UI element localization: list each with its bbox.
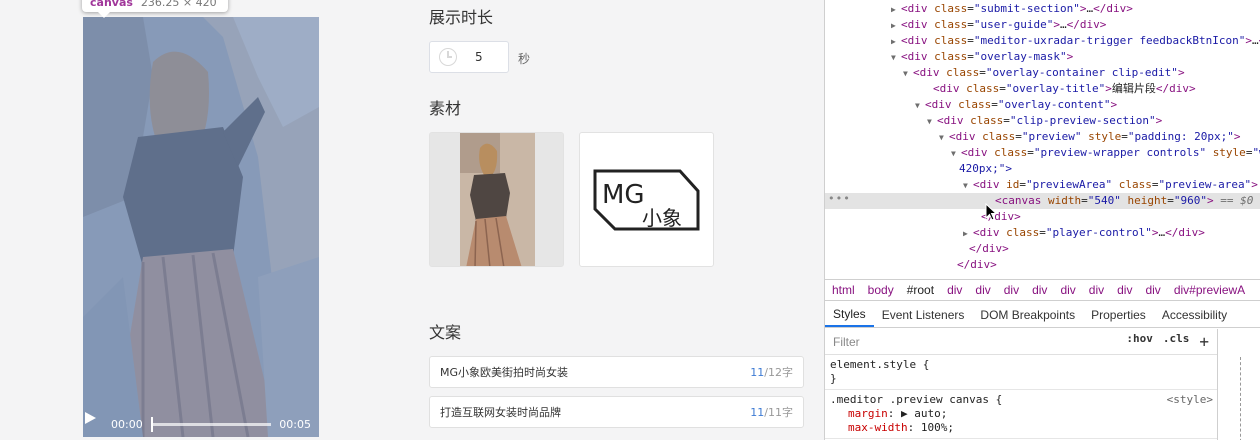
rule-source-link[interactable]: <style> — [1167, 393, 1213, 407]
dom-node-line[interactable]: ▼ <div class="overlay-container clip-edit… — [825, 65, 1260, 81]
copy-text-2[interactable]: 打造互联网女装时尚品牌 — [440, 404, 561, 420]
material-thumbnail-photo[interactable] — [429, 132, 564, 267]
dom-node-line[interactable]: </div> — [825, 257, 1260, 273]
material-thumbnail-logo[interactable]: MG 小象 — [579, 132, 714, 267]
copy-row-2[interactable]: 打造互联网女装时尚品牌 11/11字 — [429, 396, 804, 428]
video-preview-canvas[interactable]: 00:00 00:05 — [83, 17, 319, 437]
clock-icon — [439, 48, 457, 66]
breadcrumb-item[interactable]: html — [825, 283, 861, 297]
copy-count-2: 11/11字 — [750, 406, 793, 419]
player-control: 00:00 00:05 — [83, 411, 319, 437]
mouse-cursor-icon — [985, 203, 997, 221]
breadcrumb-item[interactable]: div — [1082, 283, 1110, 297]
add-rule-button[interactable]: + — [1199, 332, 1209, 351]
breadcrumb-item[interactable]: div — [1138, 283, 1166, 297]
styles-filter-bar: Filter :hov .cls + — [825, 329, 1217, 355]
rule-close: } — [830, 372, 837, 385]
inspect-tooltip: canvas 236.25 × 420 — [82, 0, 228, 12]
cls-toggle[interactable]: .cls — [1163, 332, 1190, 351]
duration-input[interactable]: 5 — [429, 41, 509, 73]
dom-node-line[interactable]: 420px;"> — [825, 161, 1260, 177]
breadcrumb-item[interactable]: body — [861, 283, 900, 297]
tooltip-arrow — [98, 12, 110, 18]
styles-filter-input[interactable]: Filter — [833, 335, 860, 349]
breadcrumb-item[interactable]: div — [968, 283, 996, 297]
duration-unit: 秒 — [518, 52, 531, 66]
devtools-panel: ▶ <div class="submit-section">…</div> ▶ <di… — [824, 0, 1260, 440]
logo-text-xiaoxiang: 小象 — [642, 206, 682, 230]
dom-line-menu[interactable]: ••• — [828, 192, 851, 205]
dom-node-line[interactable]: </div> — [825, 241, 1260, 257]
dom-node-line[interactable]: <canvas width="540" height="960"> == $0 — [825, 193, 1260, 209]
dom-node-line[interactable]: ▶ <div class="submit-section">…</div> — [825, 1, 1260, 17]
breadcrumb-item[interactable]: div — [997, 283, 1025, 297]
tab-properties[interactable]: Properties — [1083, 302, 1154, 327]
style-prop-margin[interactable]: margin: ▶ auto; — [830, 407, 1212, 421]
breadcrumb-item[interactable]: div — [940, 283, 968, 297]
time-total: 00:05 — [279, 417, 311, 431]
material-photo — [460, 133, 535, 266]
preview-column: 00:00 00:05 canvas 236.25 × 420 — [0, 0, 400, 440]
dom-node-line[interactable]: </div> — [825, 273, 1260, 276]
breadcrumb-item[interactable]: #root — [900, 283, 940, 297]
computed-side-pane — [1217, 329, 1260, 440]
dom-node-line[interactable]: <div class="overlay-title">编辑片段</div> — [825, 81, 1260, 97]
style-rule-element[interactable]: element.style { } — [825, 355, 1217, 390]
progress-bar[interactable] — [150, 416, 272, 432]
materials-title: 素材 — [429, 99, 462, 118]
style-prop-max-width[interactable]: max-width: 100%; — [830, 421, 1212, 435]
play-icon[interactable] — [85, 412, 105, 431]
dom-tree: ▶ <div class="submit-section">…</div> ▶ <di… — [825, 0, 1260, 276]
copy-title: 文案 — [429, 323, 462, 342]
dom-node-line[interactable]: ▼ <div id="previewArea" class="preview-ar… — [825, 177, 1260, 193]
dom-node-line[interactable]: ▼ <div class="overlay-mask"> — [825, 49, 1260, 65]
dom-node-line[interactable]: ▶ <div class="meditor-uxradar-trigger fee… — [825, 33, 1260, 49]
breadcrumb-item[interactable]: div — [1110, 283, 1138, 297]
breadcrumb-item[interactable]: div — [1053, 283, 1081, 297]
tab-accessibility[interactable]: Accessibility — [1154, 302, 1235, 327]
copy-count-1: 11/12字 — [750, 366, 793, 379]
mg-logo-icon: MG 小象 — [593, 169, 700, 231]
page-content: 00:00 00:05 canvas 236.25 × 420 展示时长 5 秒 … — [0, 0, 824, 440]
dom-node-line[interactable]: ▼ <div class="preview" style="padding: 20… — [825, 129, 1260, 145]
rule-selector: element.style { — [830, 358, 930, 371]
tooltip-size: 236.25 × 420 — [140, 0, 217, 9]
dom-node-line[interactable]: ▼ <div class="clip-preview-section"> — [825, 113, 1260, 129]
progress-thumb[interactable] — [150, 416, 153, 432]
dom-node-line[interactable]: ▶ <div class="user-guide">…</div> — [825, 17, 1260, 33]
hov-toggle[interactable]: :hov — [1126, 332, 1153, 351]
rule-selector: .meditor .preview canvas { — [830, 393, 1003, 406]
copy-text-1[interactable]: MG小象欧美街拍时尚女装 — [440, 364, 568, 380]
copy-row-1[interactable]: MG小象欧美街拍时尚女装 11/12字 — [429, 356, 804, 388]
breadcrumb-item[interactable]: div — [1025, 283, 1053, 297]
tooltip-tag: canvas — [90, 0, 133, 9]
dom-node-line[interactable]: ▶ <div class="player-control">…</div> — [825, 225, 1260, 241]
filter-tools: :hov .cls + — [1126, 332, 1209, 351]
styles-pane: element.style { } <style> .meditor .prev… — [825, 355, 1217, 439]
tab-styles[interactable]: Styles — [825, 302, 874, 327]
logo-text-mg: MG — [602, 180, 645, 210]
style-rule-canvas[interactable]: <style> .meditor .preview canvas { margi… — [825, 390, 1217, 439]
dom-node-line[interactable]: ▼ <div class="overlay-content"> — [825, 97, 1260, 113]
devtools-subtabs: Styles Event Listeners DOM Breakpoints Prop… — [825, 302, 1260, 328]
clip-overlay — [83, 17, 319, 437]
breadcrumb-item[interactable]: div#previewA — [1167, 283, 1251, 297]
dom-node-line[interactable]: </div> — [825, 209, 1260, 225]
dom-node-line[interactable]: ▼ <div class="preview-wrapper controls" s… — [825, 145, 1260, 161]
time-current: 00:00 — [111, 417, 143, 431]
tab-dom-breakpoints[interactable]: DOM Breakpoints — [972, 302, 1083, 327]
duration-value[interactable]: 5 — [475, 50, 483, 64]
duration-title: 展示时长 — [429, 8, 494, 27]
tab-event-listeners[interactable]: Event Listeners — [874, 302, 973, 327]
dom-breadcrumbs: html body #root div div div div div div div div div… — [825, 279, 1260, 301]
